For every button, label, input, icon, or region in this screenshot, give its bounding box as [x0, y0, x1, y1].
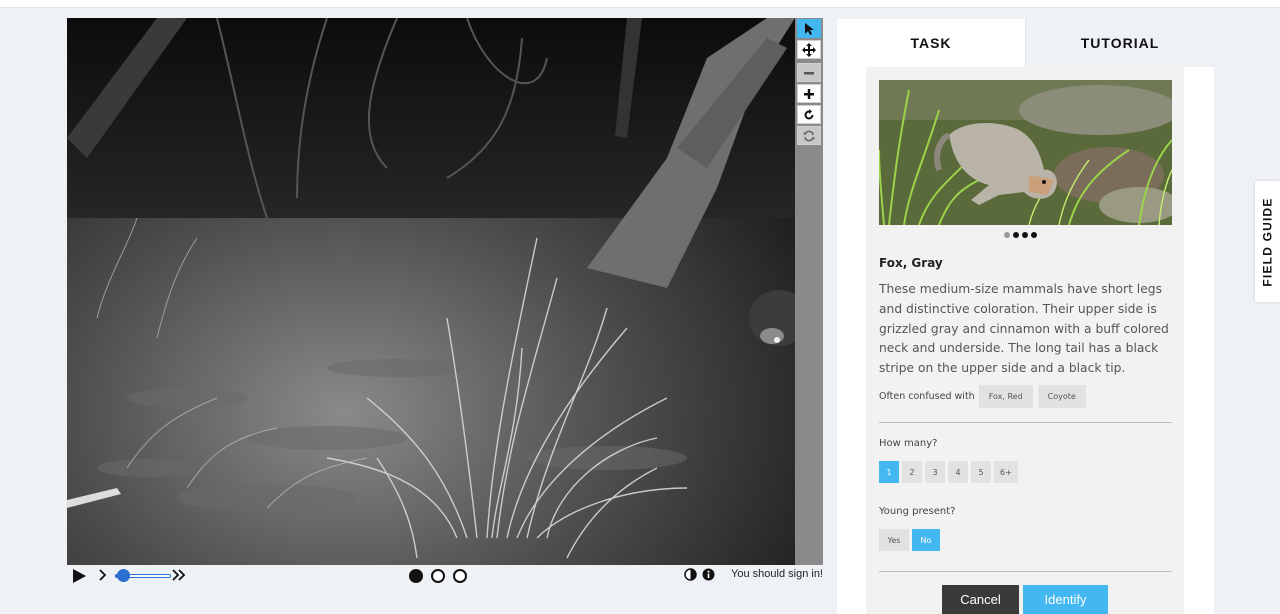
young-option-yes[interactable]: Yes — [879, 529, 909, 551]
tab-tutorial[interactable]: TUTORIAL — [1025, 19, 1214, 67]
plus-icon — [804, 88, 814, 99]
viewer-toolbar — [796, 18, 823, 565]
zoom-in-button[interactable] — [797, 84, 821, 103]
cancel-button[interactable]: Cancel — [942, 585, 1019, 614]
sign-in-notice[interactable]: You should sign in! — [731, 568, 823, 580]
rotate-icon — [804, 108, 814, 119]
species-card: Fox, Gray These medium-size mammals have… — [866, 67, 1184, 614]
move-icon — [802, 42, 816, 57]
double-chevron-right-icon[interactable] — [172, 568, 186, 582]
frame-dot-3[interactable] — [453, 569, 467, 583]
refresh-icon — [803, 130, 815, 141]
info-icon[interactable] — [702, 568, 715, 581]
frame-controls: You should sign in! — [67, 565, 823, 587]
count-option[interactable]: 5 — [971, 461, 991, 483]
tab-task[interactable]: TASK — [837, 19, 1025, 67]
subject-viewer — [67, 18, 823, 565]
count-option[interactable]: 2 — [902, 461, 922, 483]
young-present-label: Young present? — [879, 506, 956, 517]
photo-pager-dot[interactable] — [1013, 232, 1019, 238]
divider — [879, 571, 1172, 572]
subject-image[interactable] — [67, 18, 795, 565]
task-panel: TASK TUTORIAL Fox, Gray These medium-siz… — [837, 19, 1214, 614]
pointer-tool-button[interactable] — [797, 19, 821, 38]
photo-pager-dot[interactable] — [1031, 232, 1037, 238]
identify-button[interactable]: Identify — [1023, 585, 1108, 614]
confused-species-button[interactable]: Fox, Red — [978, 385, 1033, 408]
species-description: These medium-size mammals have short leg… — [879, 282, 1169, 376]
chevron-right-icon[interactable] — [98, 568, 108, 582]
field-guide-tab[interactable]: FIELD GUIDE — [1255, 181, 1280, 302]
count-option[interactable]: 1 — [879, 461, 899, 483]
photo-pager-dot[interactable] — [1004, 232, 1010, 238]
confused-with-label: Often confused with — [879, 391, 975, 402]
photo-pager — [1004, 232, 1037, 238]
reset-button[interactable] — [797, 126, 821, 145]
pointer-icon — [805, 22, 814, 35]
field-guide-label: FIELD GUIDE — [1260, 196, 1275, 287]
minus-icon — [804, 71, 814, 74]
panel-tabs: TASK TUTORIAL — [837, 19, 1214, 67]
how-many-options: 1 2 3 4 5 6+ — [879, 461, 1018, 483]
how-many-label: How many? — [879, 438, 938, 449]
rotate-button[interactable] — [797, 105, 821, 124]
divider — [879, 422, 1172, 423]
confused-species-button[interactable]: Coyote — [1037, 385, 1086, 408]
contrast-icon[interactable] — [684, 568, 697, 581]
count-option[interactable]: 3 — [925, 461, 945, 483]
count-option[interactable]: 4 — [948, 461, 968, 483]
species-name: Fox, Gray — [879, 256, 943, 270]
species-photo[interactable] — [879, 80, 1172, 225]
frame-dot-2[interactable] — [431, 569, 445, 583]
count-option[interactable]: 6+ — [994, 461, 1018, 483]
photo-pager-dot[interactable] — [1022, 232, 1028, 238]
pan-tool-button[interactable] — [797, 40, 821, 59]
young-option-no[interactable]: No — [912, 529, 940, 551]
frame-dot-1[interactable] — [409, 569, 423, 583]
zoom-out-button[interactable] — [797, 63, 821, 82]
play-icon[interactable] — [71, 568, 87, 584]
confused-with-row: Often confused with Fox, Red Coyote — [879, 385, 1091, 408]
young-present-options: Yes No — [879, 529, 940, 551]
speed-slider-handle[interactable] — [117, 569, 130, 582]
top-bar — [0, 0, 1280, 8]
